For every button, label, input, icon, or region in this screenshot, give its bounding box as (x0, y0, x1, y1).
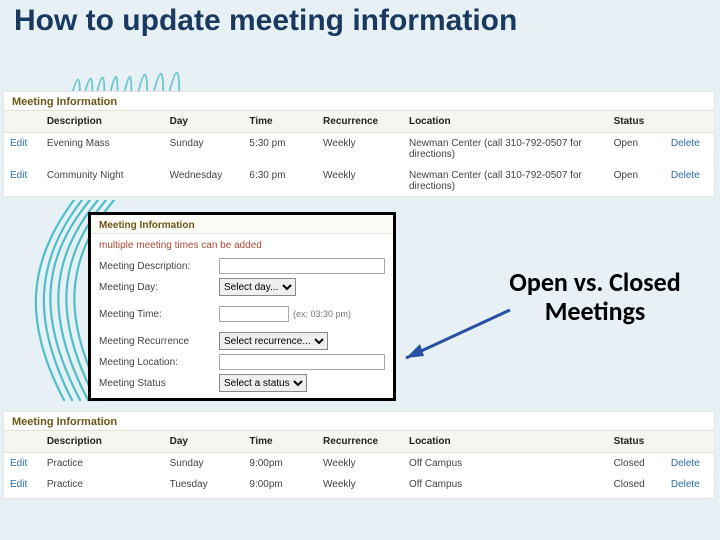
col-day: Day (164, 431, 244, 453)
cell-location: Off Campus (403, 453, 608, 475)
section-title: Meeting Information (91, 215, 393, 234)
col-location: Location (403, 111, 608, 133)
cell-status: Closed (608, 474, 665, 495)
cell-time: 6:30 pm (243, 165, 317, 197)
cell-description: Community Night (41, 165, 164, 197)
cell-recurrence: Weekly (317, 133, 403, 166)
meeting-table-closed: Meeting Information Description Day Time… (4, 412, 714, 498)
cell-day: Tuesday (164, 474, 244, 495)
col-description: Description (41, 111, 164, 133)
cell-location: Newman Center (call 310-792-0507 for dir… (403, 133, 608, 166)
cell-recurrence: Weekly (317, 474, 403, 495)
col-recurrence: Recurrence (317, 431, 403, 453)
col-recurrence: Recurrence (317, 111, 403, 133)
edit-link[interactable]: Edit (10, 458, 27, 469)
cell-location: Newman Center (call 310-792-0507 for dir… (403, 165, 608, 197)
form-note: multiple meeting times can be added (91, 234, 393, 256)
table-row: Edit Evening Mass Sunday 5:30 pm Weekly … (4, 133, 714, 166)
delete-link[interactable]: Delete (671, 170, 700, 181)
label-time: Meeting Time: (99, 309, 219, 320)
col-day: Day (164, 111, 244, 133)
delete-link[interactable]: Delete (671, 479, 700, 490)
meeting-table-open: Meeting Information Description Day Time… (4, 92, 714, 196)
label-recurrence: Meeting Recurrence (99, 336, 219, 347)
cell-location: Off Campus (403, 474, 608, 495)
delete-link[interactable]: Delete (671, 458, 700, 469)
col-status: Status (608, 431, 665, 453)
callout-open-vs-closed: Open vs. Closed Meetings (470, 268, 720, 325)
meeting-form-popup: Meeting Information multiple meeting tim… (88, 212, 396, 401)
edit-link[interactable]: Edit (10, 138, 27, 149)
edit-link[interactable]: Edit (10, 479, 27, 490)
cell-time: 5:30 pm (243, 133, 317, 166)
col-time: Time (243, 111, 317, 133)
description-input[interactable] (219, 258, 385, 274)
meeting-table: Description Day Time Recurrence Location… (4, 110, 714, 197)
location-input[interactable] (219, 354, 385, 370)
cell-time: 9:00pm (243, 474, 317, 495)
meeting-table: Description Day Time Recurrence Location… (4, 430, 714, 495)
time-input[interactable] (219, 306, 289, 322)
cell-day: Sunday (164, 133, 244, 166)
cell-recurrence: Weekly (317, 165, 403, 197)
cell-description: Evening Mass (41, 133, 164, 166)
label-day: Meeting Day: (99, 282, 219, 293)
page-title: How to update meeting information (0, 0, 720, 46)
cell-day: Sunday (164, 453, 244, 475)
table-row: Edit Practice Sunday 9:00pm Weekly Off C… (4, 453, 714, 475)
section-title: Meeting Information (4, 92, 714, 110)
cell-description: Practice (41, 474, 164, 495)
label-location: Meeting Location: (99, 357, 219, 368)
col-description: Description (41, 431, 164, 453)
label-status: Meeting Status (99, 378, 219, 389)
col-status: Status (608, 111, 665, 133)
label-description: Meeting Description: (99, 261, 219, 272)
cell-time: 9:00pm (243, 453, 317, 475)
section-title: Meeting Information (4, 412, 714, 430)
cell-day: Wednesday (164, 165, 244, 197)
recurrence-select[interactable]: Select recurrence... (219, 332, 328, 350)
cell-recurrence: Weekly (317, 453, 403, 475)
col-location: Location (403, 431, 608, 453)
edit-link[interactable]: Edit (10, 170, 27, 181)
col-time: Time (243, 431, 317, 453)
status-select[interactable]: Select a status (219, 374, 307, 392)
time-hint: (ex: 03:30 pm) (289, 309, 351, 319)
cell-status: Closed (608, 453, 665, 475)
cell-description: Practice (41, 453, 164, 475)
day-select[interactable]: Select day... (219, 278, 296, 296)
delete-link[interactable]: Delete (671, 138, 700, 149)
cell-status: Open (608, 133, 665, 166)
table-row: Edit Community Night Wednesday 6:30 pm W… (4, 165, 714, 197)
table-row: Edit Practice Tuesday 9:00pm Weekly Off … (4, 474, 714, 495)
cell-status: Open (608, 165, 665, 197)
